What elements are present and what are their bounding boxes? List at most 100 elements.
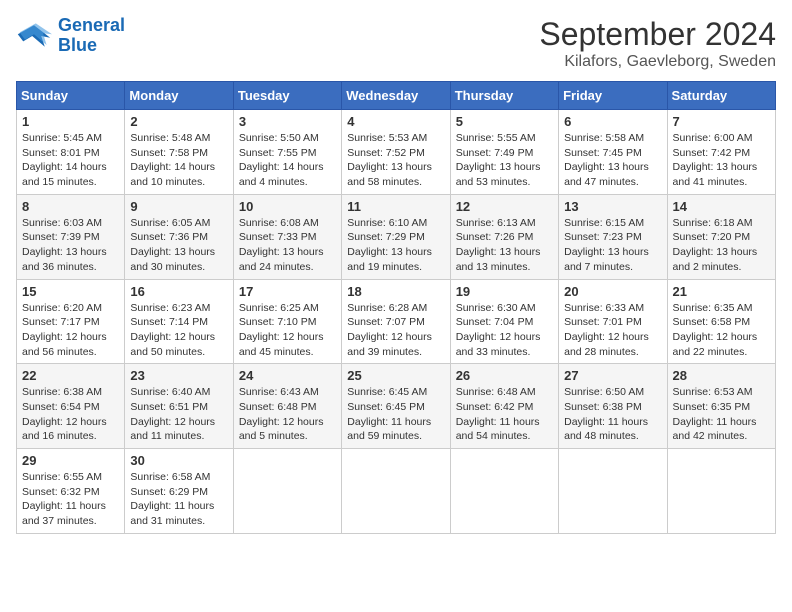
day-info: Sunrise: 5:55 AM Sunset: 7:49 PM Dayligh… bbox=[456, 131, 553, 190]
day-info: Sunrise: 6:03 AM Sunset: 7:39 PM Dayligh… bbox=[22, 216, 119, 275]
day-info: Sunrise: 6:58 AM Sunset: 6:29 PM Dayligh… bbox=[130, 470, 227, 529]
day-number: 16 bbox=[130, 284, 227, 299]
day-number: 14 bbox=[673, 199, 770, 214]
day-number: 25 bbox=[347, 368, 444, 383]
calendar-cell bbox=[667, 449, 775, 534]
day-info: Sunrise: 6:08 AM Sunset: 7:33 PM Dayligh… bbox=[239, 216, 336, 275]
calendar-cell: 10 Sunrise: 6:08 AM Sunset: 7:33 PM Dayli… bbox=[233, 194, 341, 279]
title-block: September 2024 Kilafors, Gaevleborg, Swe… bbox=[539, 16, 776, 71]
day-number: 1 bbox=[22, 114, 119, 129]
calendar-cell: 30 Sunrise: 6:58 AM Sunset: 6:29 PM Dayli… bbox=[125, 449, 233, 534]
calendar-cell: 7 Sunrise: 6:00 AM Sunset: 7:42 PM Daylig… bbox=[667, 110, 775, 195]
calendar-cell: 18 Sunrise: 6:28 AM Sunset: 7:07 PM Dayli… bbox=[342, 279, 450, 364]
column-header-wednesday: Wednesday bbox=[342, 82, 450, 110]
calendar-cell: 26 Sunrise: 6:48 AM Sunset: 6:42 PM Dayli… bbox=[450, 364, 558, 449]
calendar-cell: 9 Sunrise: 6:05 AM Sunset: 7:36 PM Daylig… bbox=[125, 194, 233, 279]
day-number: 10 bbox=[239, 199, 336, 214]
calendar-cell: 23Sunrise: 6:40 AM Sunset: 6:51 PM Dayli… bbox=[125, 364, 233, 449]
page-subtitle: Kilafors, Gaevleborg, Sweden bbox=[539, 53, 776, 71]
header-row: SundayMondayTuesdayWednesdayThursdayFrid… bbox=[17, 82, 776, 110]
day-info: Sunrise: 6:53 AM Sunset: 6:35 PM Dayligh… bbox=[673, 385, 770, 444]
calendar-week-4: 22 Sunrise: 6:38 AM Sunset: 6:54 PM Dayli… bbox=[17, 364, 776, 449]
day-info: Sunrise: 6:05 AM Sunset: 7:36 PM Dayligh… bbox=[130, 216, 227, 275]
day-info: Sunrise: 5:48 AM Sunset: 7:58 PM Dayligh… bbox=[130, 131, 227, 190]
column-header-friday: Friday bbox=[559, 82, 667, 110]
day-info: Sunrise: 6:45 AM Sunset: 6:45 PM Dayligh… bbox=[347, 385, 444, 444]
logo: General Blue bbox=[16, 16, 125, 56]
calendar-cell: 24Sunrise: 6:43 AM Sunset: 6:48 PM Dayli… bbox=[233, 364, 341, 449]
day-info: Sunrise: 5:53 AM Sunset: 7:52 PM Dayligh… bbox=[347, 131, 444, 190]
calendar-cell bbox=[450, 449, 558, 534]
logo-icon bbox=[16, 21, 52, 51]
logo-text: General Blue bbox=[58, 16, 125, 56]
day-number: 8 bbox=[22, 199, 119, 214]
calendar-cell: 22 Sunrise: 6:38 AM Sunset: 6:54 PM Dayli… bbox=[17, 364, 125, 449]
calendar-cell: 13Sunrise: 6:15 AM Sunset: 7:23 PM Dayli… bbox=[559, 194, 667, 279]
column-header-monday: Monday bbox=[125, 82, 233, 110]
day-number: 20 bbox=[564, 284, 661, 299]
day-info: Sunrise: 6:40 AM Sunset: 6:51 PM Dayligh… bbox=[130, 385, 227, 444]
calendar-cell: 2 Sunrise: 5:48 AM Sunset: 7:58 PM Daylig… bbox=[125, 110, 233, 195]
calendar-cell bbox=[559, 449, 667, 534]
calendar-cell: 19 Sunrise: 6:30 AM Sunset: 7:04 PM Dayli… bbox=[450, 279, 558, 364]
calendar-cell: 12 Sunrise: 6:13 AM Sunset: 7:26 PM Dayli… bbox=[450, 194, 558, 279]
calendar-week-2: 8 Sunrise: 6:03 AM Sunset: 7:39 PM Daylig… bbox=[17, 194, 776, 279]
day-info: Sunrise: 5:45 AM Sunset: 8:01 PM Dayligh… bbox=[22, 131, 119, 190]
day-info: Sunrise: 6:13 AM Sunset: 7:26 PM Dayligh… bbox=[456, 216, 553, 275]
calendar-cell: 29Sunrise: 6:55 AM Sunset: 6:32 PM Dayli… bbox=[17, 449, 125, 534]
day-info: Sunrise: 6:28 AM Sunset: 7:07 PM Dayligh… bbox=[347, 301, 444, 360]
calendar-cell: 21Sunrise: 6:35 AM Sunset: 6:58 PM Dayli… bbox=[667, 279, 775, 364]
column-header-thursday: Thursday bbox=[450, 82, 558, 110]
day-info: Sunrise: 6:50 AM Sunset: 6:38 PM Dayligh… bbox=[564, 385, 661, 444]
calendar-cell: 1 Sunrise: 5:45 AM Sunset: 8:01 PM Daylig… bbox=[17, 110, 125, 195]
day-info: Sunrise: 5:58 AM Sunset: 7:45 PM Dayligh… bbox=[564, 131, 661, 190]
day-number: 13 bbox=[564, 199, 661, 214]
day-number: 22 bbox=[22, 368, 119, 383]
day-number: 28 bbox=[673, 368, 770, 383]
calendar-week-1: 1 Sunrise: 5:45 AM Sunset: 8:01 PM Daylig… bbox=[17, 110, 776, 195]
calendar-cell: 4Sunrise: 5:53 AM Sunset: 7:52 PM Daylig… bbox=[342, 110, 450, 195]
day-number: 7 bbox=[673, 114, 770, 129]
day-number: 18 bbox=[347, 284, 444, 299]
calendar-week-3: 15Sunrise: 6:20 AM Sunset: 7:17 PM Dayli… bbox=[17, 279, 776, 364]
calendar-cell: 6 Sunrise: 5:58 AM Sunset: 7:45 PM Daylig… bbox=[559, 110, 667, 195]
calendar-week-5: 29Sunrise: 6:55 AM Sunset: 6:32 PM Dayli… bbox=[17, 449, 776, 534]
calendar-cell: 25 Sunrise: 6:45 AM Sunset: 6:45 PM Dayli… bbox=[342, 364, 450, 449]
calendar-cell bbox=[342, 449, 450, 534]
day-info: Sunrise: 5:50 AM Sunset: 7:55 PM Dayligh… bbox=[239, 131, 336, 190]
calendar-body: 1 Sunrise: 5:45 AM Sunset: 8:01 PM Daylig… bbox=[17, 110, 776, 534]
day-number: 30 bbox=[130, 453, 227, 468]
day-number: 5 bbox=[456, 114, 553, 129]
calendar-table: SundayMondayTuesdayWednesdayThursdayFrid… bbox=[16, 81, 776, 534]
day-number: 6 bbox=[564, 114, 661, 129]
calendar-cell: 20Sunrise: 6:33 AM Sunset: 7:01 PM Dayli… bbox=[559, 279, 667, 364]
day-number: 29 bbox=[22, 453, 119, 468]
day-number: 26 bbox=[456, 368, 553, 383]
day-number: 2 bbox=[130, 114, 227, 129]
calendar-cell: 14 Sunrise: 6:18 AM Sunset: 7:20 PM Dayli… bbox=[667, 194, 775, 279]
calendar-cell: 17 Sunrise: 6:25 AM Sunset: 7:10 PM Dayli… bbox=[233, 279, 341, 364]
day-info: Sunrise: 6:30 AM Sunset: 7:04 PM Dayligh… bbox=[456, 301, 553, 360]
day-number: 24 bbox=[239, 368, 336, 383]
calendar-cell bbox=[233, 449, 341, 534]
day-number: 17 bbox=[239, 284, 336, 299]
day-info: Sunrise: 6:00 AM Sunset: 7:42 PM Dayligh… bbox=[673, 131, 770, 190]
day-number: 9 bbox=[130, 199, 227, 214]
day-info: Sunrise: 6:10 AM Sunset: 7:29 PM Dayligh… bbox=[347, 216, 444, 275]
day-info: Sunrise: 6:25 AM Sunset: 7:10 PM Dayligh… bbox=[239, 301, 336, 360]
day-number: 12 bbox=[456, 199, 553, 214]
day-info: Sunrise: 6:20 AM Sunset: 7:17 PM Dayligh… bbox=[22, 301, 119, 360]
calendar-cell: 27 Sunrise: 6:50 AM Sunset: 6:38 PM Dayli… bbox=[559, 364, 667, 449]
day-number: 19 bbox=[456, 284, 553, 299]
calendar-cell: 8 Sunrise: 6:03 AM Sunset: 7:39 PM Daylig… bbox=[17, 194, 125, 279]
day-info: Sunrise: 6:38 AM Sunset: 6:54 PM Dayligh… bbox=[22, 385, 119, 444]
day-number: 3 bbox=[239, 114, 336, 129]
day-info: Sunrise: 6:48 AM Sunset: 6:42 PM Dayligh… bbox=[456, 385, 553, 444]
column-header-saturday: Saturday bbox=[667, 82, 775, 110]
day-info: Sunrise: 6:23 AM Sunset: 7:14 PM Dayligh… bbox=[130, 301, 227, 360]
calendar-cell: 15Sunrise: 6:20 AM Sunset: 7:17 PM Dayli… bbox=[17, 279, 125, 364]
day-number: 27 bbox=[564, 368, 661, 383]
calendar-cell: 3 Sunrise: 5:50 AM Sunset: 7:55 PM Daylig… bbox=[233, 110, 341, 195]
column-header-sunday: Sunday bbox=[17, 82, 125, 110]
day-info: Sunrise: 6:18 AM Sunset: 7:20 PM Dayligh… bbox=[673, 216, 770, 275]
